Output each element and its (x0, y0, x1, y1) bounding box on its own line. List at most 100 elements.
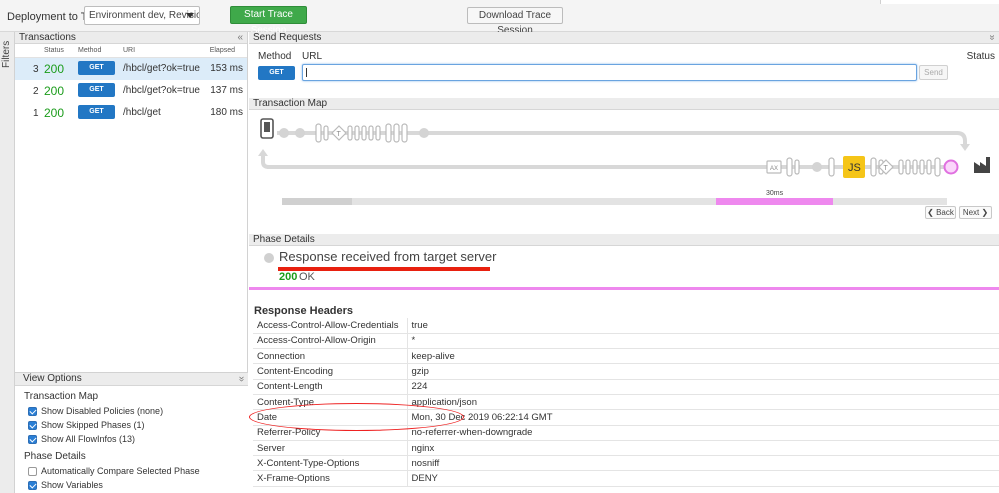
trace-main-pane: Send Requests » Method URL Status GET Se… (249, 32, 999, 493)
start-trace-button[interactable]: Start Trace Session (230, 6, 307, 36)
response-header-row: X-Frame-Options DENY (253, 470, 999, 487)
response-header-row: Content-Encoding gzip (253, 363, 999, 380)
header-name: Content-Encoding (253, 363, 408, 380)
transactions-title: Transactions (19, 32, 76, 43)
chevron-down-icon (186, 13, 194, 18)
phase-status-code: 200 (279, 271, 298, 283)
transaction-method-badge: GET (78, 105, 115, 119)
header-name: Access-Control-Allow-Origin (253, 333, 408, 350)
send-requests-title: Send Requests (253, 32, 322, 43)
transaction-uri: /hbcl/get?ok=true (123, 85, 200, 96)
view-options-header: View Options » (15, 373, 248, 386)
phase-status-text: OK (299, 271, 315, 283)
column-elapsed[interactable]: Elapsed (210, 47, 235, 54)
view-option-label: Show Disabled Policies (none) (41, 406, 164, 416)
url-input[interactable] (302, 64, 917, 81)
response-header-row: X-Content-Type-Options nosniff (253, 455, 999, 472)
header-value: true (407, 318, 999, 334)
phase-details-section: Phase Details Response received from tar… (249, 234, 999, 289)
deployment-select[interactable]: Environment dev, Revision 1 (84, 6, 200, 25)
checkbox[interactable] (28, 435, 37, 444)
collapse-view-options-icon[interactable]: » (235, 376, 247, 382)
transaction-uri: /hbcl/get (123, 107, 161, 118)
transaction-uri: /hbcl/get?ok=true (123, 63, 200, 74)
collapse-left-icon[interactable]: « (237, 32, 243, 43)
status-label: Status (966, 51, 995, 62)
header-value: gzip (407, 363, 999, 380)
phase-details-title: Phase Details (253, 234, 315, 245)
target-server-icon (974, 157, 990, 173)
t-marker-bottom: T (884, 165, 889, 172)
collapse-send-icon[interactable]: » (987, 35, 998, 41)
view-option-item[interactable]: Show All FlowInfos (13) (15, 432, 248, 446)
filters-sidebar[interactable]: Filters (0, 32, 15, 493)
header-value: DENY (407, 470, 999, 487)
method-label: Method (258, 51, 292, 62)
response-header-row: Server nginx (253, 440, 999, 457)
phase-message: Response received from target server (279, 249, 497, 264)
checkbox[interactable] (28, 467, 37, 476)
header-value: Mon, 30 Dec 2019 06:22:14 GMT (407, 409, 999, 426)
transaction-map-header: Transaction Map (249, 98, 999, 110)
phase-details-header: Phase Details (249, 234, 999, 246)
method-get-button[interactable]: GET (258, 66, 295, 80)
response-header-row: Content-Length 224 (253, 379, 999, 395)
transaction-number: 1 (33, 108, 39, 119)
transactions-panel: Transactions « Status Method URI Elapsed… (15, 32, 248, 493)
transaction-number: 2 (33, 86, 39, 97)
client-app-icon (260, 118, 274, 139)
header-name: Server (253, 440, 408, 457)
header-value: * (407, 333, 999, 350)
transaction-elapsed: 180 ms (210, 107, 243, 118)
transaction-row[interactable]: 1 200 GET/hbcl/get 180 ms (15, 102, 247, 124)
transaction-map-section: Transaction Map T AX T JS 30ms ❮ Back Ne… (249, 98, 999, 233)
deployment-select-value: Environment dev, Revision 1 (89, 10, 199, 21)
view-option-item[interactable]: Show Disabled Policies (none) (15, 404, 248, 418)
phase-details-options: Automatically Compare Selected Phase Show… (15, 464, 248, 492)
transaction-row[interactable]: 3 200 GET/hbcl/get?ok=true 153 ms (15, 58, 247, 80)
transaction-number: 3 (33, 64, 39, 75)
view-option-label: Show All FlowInfos (13) (41, 434, 136, 444)
header-name: X-Content-Type-Options (253, 455, 408, 472)
response-headers-section: Response Headers Access-Control-Allow-Cr… (249, 296, 999, 493)
filters-label: Filters (1, 40, 12, 68)
send-button[interactable]: Send (919, 65, 948, 80)
transaction-elapsed: 153 ms (210, 63, 243, 74)
view-option-label: Show Variables (41, 480, 103, 490)
response-headers-title: Response Headers (254, 305, 354, 317)
js-policy-label: JS (848, 162, 861, 174)
checkbox[interactable] (28, 407, 37, 416)
checkbox[interactable] (28, 481, 37, 490)
checkbox[interactable] (28, 421, 37, 430)
transaction-status: 200 (44, 62, 65, 76)
transaction-status: 200 (44, 106, 65, 120)
transactions-list: 3 200 GET/hbcl/get?ok=true 153 ms 2 200 GET/hb… (15, 58, 247, 124)
header-value: nginx (407, 440, 999, 457)
transaction-elapsed: 137 ms (210, 85, 243, 96)
view-option-item[interactable]: Show Skipped Phases (1) (15, 418, 248, 432)
timeline-segment (282, 198, 352, 205)
send-requests-header: Send Requests » (249, 32, 999, 44)
transaction-map-options: Show Disabled Policies (none) Show Skippe… (15, 404, 248, 446)
header-value: application/json (407, 394, 999, 411)
header-name: Access-Control-Allow-Credentials (253, 318, 408, 334)
response-header-row: Access-Control-Allow-Credentials true (253, 318, 999, 334)
column-method[interactable]: Method (78, 47, 101, 54)
view-option-item[interactable]: Show Variables (15, 478, 248, 492)
timeline-track (282, 198, 947, 205)
phase-status-dot-icon (264, 253, 274, 263)
transaction-row[interactable]: 2 200 GET/hbcl/get?ok=true 137 ms (15, 80, 247, 102)
transaction-status: 200 (44, 84, 65, 98)
transaction-map-title: Transaction Map (253, 98, 328, 109)
header-name: Connection (253, 348, 408, 365)
column-uri[interactable]: URI (123, 47, 135, 54)
header-value: keep-alive (407, 348, 999, 365)
download-trace-button[interactable]: Download Trace Session (467, 7, 563, 36)
t-marker-top: T (337, 131, 342, 138)
transaction-method-badge: GET (78, 83, 115, 97)
back-button[interactable]: ❮ Back (925, 206, 956, 219)
column-status[interactable]: Status (44, 47, 64, 54)
view-option-item[interactable]: Automatically Compare Selected Phase (15, 464, 248, 478)
send-requests-section: Send Requests » Method URL Status GET Se… (249, 32, 999, 98)
next-button[interactable]: Next ❯ (959, 206, 992, 219)
